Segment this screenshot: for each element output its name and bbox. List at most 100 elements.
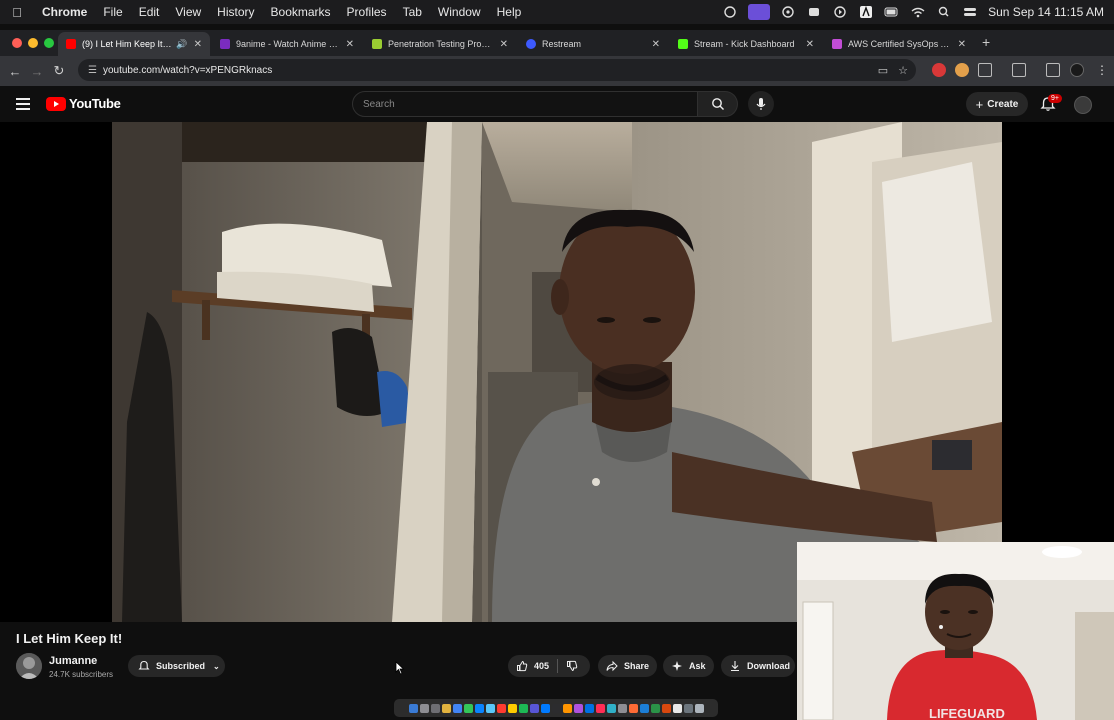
kebab-menu-icon[interactable]: ⋮ xyxy=(1096,63,1108,77)
tab-kick-dashboard[interactable]: Stream - Kick Dashboard ✕ xyxy=(670,32,822,56)
preview-icon[interactable] xyxy=(617,703,627,713)
tab-aws-sysops[interactable]: AWS Certified SysOps Admin ✕ xyxy=(824,32,974,56)
create-button[interactable]: + Create xyxy=(966,92,1028,116)
search-box[interactable] xyxy=(352,91,698,117)
menubar-datetime[interactable]: Sun Sep 14 11:15 AM xyxy=(988,5,1104,19)
bookmark-star-icon[interactable]: ☆ xyxy=(898,64,908,77)
ask-label: Ask xyxy=(689,661,706,671)
install-app-icon[interactable]: ▭ xyxy=(878,64,888,77)
control-center-icon[interactable] xyxy=(962,6,978,18)
close-tab-icon[interactable]: ✕ xyxy=(500,39,508,50)
site-info-icon[interactable]: ☰ xyxy=(88,65,97,76)
battery-icon[interactable] xyxy=(884,6,900,18)
close-tab-icon[interactable]: ✕ xyxy=(194,39,202,50)
close-tab-icon[interactable]: ✕ xyxy=(346,39,354,50)
spotify-icon[interactable] xyxy=(518,703,528,713)
close-window-button[interactable] xyxy=(12,38,22,48)
menu-file[interactable]: File xyxy=(95,5,130,19)
cloud-sync-icon[interactable] xyxy=(722,6,738,18)
vscode-icon[interactable] xyxy=(584,703,594,713)
downloads-folder-icon[interactable] xyxy=(683,703,693,713)
messages-icon[interactable] xyxy=(463,703,473,713)
screen-record-icon[interactable] xyxy=(748,4,771,20)
url-text[interactable]: youtube.com/watch?v=xPENGRknacs xyxy=(103,65,272,76)
finder-icon[interactable] xyxy=(408,703,418,713)
back-arrow-icon[interactable]: ← xyxy=(4,64,26,79)
reload-icon[interactable]: ↻ xyxy=(48,63,70,79)
extensions-puzzle-icon[interactable] xyxy=(978,63,992,77)
tab-youtube[interactable]: (9) I Let Him Keep It! - YouTube 🔊 ✕ xyxy=(58,32,210,56)
firefox-icon[interactable] xyxy=(628,703,638,713)
address-bar[interactable]: ☰ youtube.com/watch?v=xPENGRknacs ▭ ☆ xyxy=(78,59,916,81)
tab-penetration-testing[interactable]: Penetration Testing Process ✕ xyxy=(364,32,516,56)
discord-icon[interactable] xyxy=(529,703,539,713)
search-input[interactable] xyxy=(363,98,697,110)
like-button[interactable]: 405 xyxy=(516,660,549,672)
excel-icon[interactable] xyxy=(650,703,660,713)
safari-icon[interactable] xyxy=(485,703,495,713)
control-icon[interactable] xyxy=(806,6,822,18)
tab-9anime[interactable]: 9anime - Watch Anime online ✕ xyxy=(212,32,362,56)
new-tab-button[interactable]: + xyxy=(982,34,990,50)
voice-search-button[interactable] xyxy=(748,91,774,117)
menu-window[interactable]: Window xyxy=(430,5,489,19)
extension-orange-icon[interactable] xyxy=(955,63,969,77)
menu-bookmarks[interactable]: Bookmarks xyxy=(263,5,339,19)
music-icon[interactable] xyxy=(595,703,605,713)
app-store-icon[interactable] xyxy=(540,703,550,713)
trash-icon[interactable] xyxy=(694,703,704,713)
channel-avatar[interactable] xyxy=(16,653,42,679)
youtube-logo[interactable]: YouTube xyxy=(46,96,121,111)
vlc-icon[interactable] xyxy=(562,703,572,713)
spotlight-search-icon[interactable] xyxy=(936,6,952,18)
menu-history[interactable]: History xyxy=(209,5,262,19)
calendar-icon[interactable] xyxy=(496,703,506,713)
minimize-window-button[interactable] xyxy=(28,38,38,48)
wifi-icon[interactable] xyxy=(910,6,926,18)
download-button[interactable]: Download xyxy=(721,655,795,677)
zoom-icon[interactable] xyxy=(606,703,616,713)
menu-view[interactable]: View xyxy=(167,5,209,19)
ask-button[interactable]: Ask xyxy=(663,655,714,677)
apple-icon[interactable]:  xyxy=(0,5,34,20)
textedit-icon[interactable] xyxy=(672,703,682,713)
extension-red-icon[interactable] xyxy=(932,63,946,77)
side-panel-icon[interactable] xyxy=(1012,63,1026,77)
search-button[interactable] xyxy=(698,91,738,117)
menu-edit[interactable]: Edit xyxy=(131,5,168,19)
account-avatar[interactable] xyxy=(1074,96,1092,114)
close-tab-icon[interactable]: ✕ xyxy=(652,39,660,50)
word-icon[interactable] xyxy=(639,703,649,713)
menu-tab[interactable]: Tab xyxy=(395,5,430,19)
mail-icon[interactable] xyxy=(474,703,484,713)
menu-help[interactable]: Help xyxy=(489,5,530,19)
profile-avatar-icon[interactable] xyxy=(1070,63,1084,77)
speaker-icon[interactable]: 🔊 xyxy=(176,39,187,50)
notes-icon[interactable] xyxy=(441,703,451,713)
obs-icon[interactable] xyxy=(573,703,583,713)
tab-title: Stream - Kick Dashboard xyxy=(694,39,795,49)
hamburger-menu-icon[interactable] xyxy=(16,98,30,113)
chatgpt-icon[interactable] xyxy=(780,6,796,18)
channel-name[interactable]: Jumanne xyxy=(49,655,97,667)
powerpoint-icon[interactable] xyxy=(661,703,671,713)
settings-gear-icon[interactable] xyxy=(430,703,440,713)
forward-arrow-icon[interactable]: → xyxy=(26,64,48,79)
share-button[interactable]: Share xyxy=(598,655,657,677)
font-a-icon[interactable] xyxy=(858,6,874,18)
zoom-window-button[interactable] xyxy=(44,38,54,48)
chrome-icon[interactable] xyxy=(452,703,462,713)
launchpad-icon[interactable] xyxy=(419,703,429,713)
thumbs-down-icon[interactable] xyxy=(566,660,578,672)
media-controls-icon[interactable] xyxy=(1046,63,1060,77)
tab-restream[interactable]: Restream ✕ xyxy=(518,32,668,56)
play-icon[interactable] xyxy=(832,6,848,18)
menu-app-name[interactable]: Chrome xyxy=(34,5,95,19)
youtube-play-logo-icon xyxy=(46,96,66,111)
close-tab-icon[interactable]: ✕ xyxy=(958,39,966,50)
subscribed-button[interactable]: Subscribed ⌄ xyxy=(128,655,225,677)
close-tab-icon[interactable]: ✕ xyxy=(806,39,814,50)
photos-icon[interactable] xyxy=(507,703,517,713)
terminal-icon[interactable] xyxy=(551,703,561,713)
menu-profiles[interactable]: Profiles xyxy=(339,5,395,19)
